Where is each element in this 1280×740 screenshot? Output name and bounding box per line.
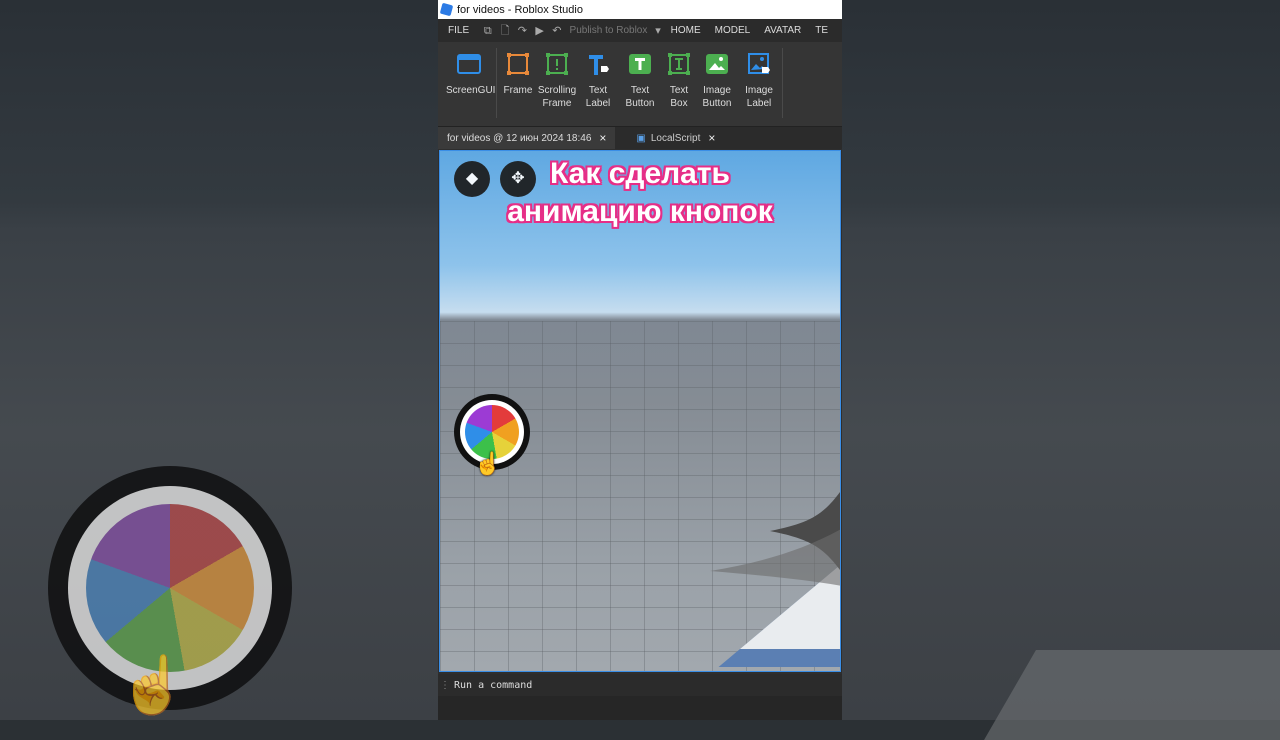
- background-slab: [984, 650, 1280, 740]
- hand-cursor-icon: ☝: [474, 451, 502, 476]
- tool-label: Frame: [503, 85, 533, 96]
- tool-label-line2: Box: [670, 98, 688, 109]
- tool-text-box[interactable]: Text Box: [662, 50, 696, 110]
- tool-text-button[interactable]: Text Button: [622, 50, 658, 110]
- tool-image-label[interactable]: Image Label: [740, 50, 778, 110]
- tool-frame[interactable]: Frame: [500, 50, 536, 97]
- window-title: for videos - Roblox Studio: [457, 3, 583, 16]
- tab-label: for videos @ 12 июн 2024 18:46: [447, 132, 592, 144]
- ribbon-divider: [782, 48, 783, 118]
- tool-label: Text: [588, 85, 608, 96]
- studio-window: for videos - Roblox Studio FILE ⧉ 🗋 ↷ ▶ …: [438, 0, 842, 720]
- play-icon[interactable]: ▶: [535, 25, 544, 37]
- tool-label-line2: Button: [702, 98, 732, 109]
- command-input[interactable]: [452, 678, 816, 692]
- menu-tab-avatar[interactable]: AVATAR: [764, 25, 801, 36]
- decal-star-icon: [710, 492, 840, 586]
- dropdown-icon[interactable]: ▾: [653, 25, 662, 37]
- status-area: [438, 696, 842, 720]
- text-label-icon: [589, 55, 609, 75]
- menu-file[interactable]: FILE: [448, 25, 469, 36]
- tool-label: Image: [745, 85, 773, 96]
- close-icon[interactable]: ×: [708, 131, 715, 145]
- video-caption: Как сделать анимацию кнопок: [440, 155, 840, 231]
- menu-bar: FILE ⧉ 🗋 ↷ ▶ ↶ Publish to Roblox ▾ HOME …: [438, 19, 842, 42]
- ribbon-divider: [496, 48, 497, 118]
- screengui-icon: [457, 54, 481, 74]
- menu-tab-model[interactable]: MODEL: [715, 25, 751, 36]
- grip-handle-icon[interactable]: ⋮: [440, 680, 450, 691]
- tool-label-line2: Button: [625, 98, 655, 109]
- menu-tab-test[interactable]: TE: [815, 25, 828, 36]
- menu-tab-home[interactable]: HOME: [671, 25, 701, 36]
- caption-line-2: анимацию кнопок: [507, 195, 773, 228]
- redo-icon[interactable]: ↷: [518, 25, 527, 37]
- close-icon[interactable]: ×: [599, 131, 606, 145]
- ui-insert-ribbon: ScreenGUI Frame Scrolling Frame Text Lab…: [438, 42, 842, 127]
- tool-text-label[interactable]: Text Label: [580, 50, 616, 110]
- tool-image-button[interactable]: Image Button: [698, 50, 736, 110]
- tool-screengui[interactable]: ScreenGUI: [446, 50, 496, 97]
- text-box-icon: [668, 53, 690, 75]
- tab-localscript[interactable]: ▣ LocalScript ×: [627, 127, 724, 149]
- undo-icon[interactable]: ↶: [552, 25, 561, 37]
- tool-label: Text: [630, 85, 650, 96]
- tool-label-line2: Label: [746, 98, 772, 109]
- tab-place[interactable]: for videos @ 12 июн 2024 18:46 ×: [438, 127, 616, 149]
- tool-label: Scrolling: [537, 85, 577, 96]
- tool-scrolling-frame[interactable]: Scrolling Frame: [536, 50, 578, 110]
- text-button-icon: [629, 54, 651, 74]
- frame-icon: [507, 53, 529, 75]
- scrolling-frame-icon: [546, 53, 568, 75]
- publish-button[interactable]: Publish to Roblox: [570, 25, 648, 36]
- image-button-icon: [706, 54, 728, 74]
- tool-label-line2: Frame: [542, 98, 572, 109]
- tab-label: LocalScript: [650, 132, 701, 144]
- document-tabs: for videos @ 12 июн 2024 18:46 × ▣ Local…: [438, 127, 842, 149]
- tool-label: ScreenGUI: [446, 85, 496, 96]
- title-bar: for videos - Roblox Studio: [438, 0, 842, 19]
- background-cursor-icon: ☝: [118, 653, 188, 716]
- new-file-icon[interactable]: 🗋: [500, 25, 510, 37]
- image-label-icon: [748, 53, 770, 74]
- tool-label: Text: [669, 85, 689, 96]
- script-icon: ▣: [636, 132, 646, 144]
- command-bar: ⋮: [438, 674, 842, 696]
- copy-icon[interactable]: ⧉: [483, 25, 492, 37]
- game-viewport[interactable]: ◆ ✥ Как сделать анимацию кнопок ☝: [439, 150, 841, 672]
- tool-label: Image: [703, 85, 731, 96]
- roblox-studio-logo-icon: [439, 2, 454, 17]
- caption-line-1: Как сделать: [550, 157, 730, 190]
- tool-label-line2: Label: [585, 98, 611, 109]
